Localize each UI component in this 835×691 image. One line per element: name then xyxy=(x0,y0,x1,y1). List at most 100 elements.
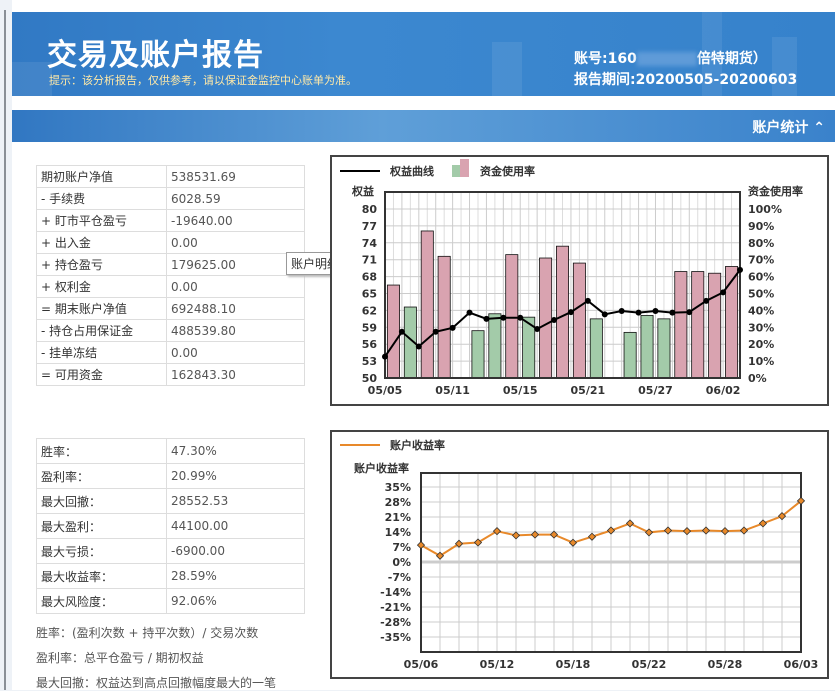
usage-bar xyxy=(709,273,721,378)
usage-bar xyxy=(540,258,552,378)
row-label: 最大收益率： xyxy=(37,564,167,589)
y-tick: 21% xyxy=(385,511,411,524)
usage-bar xyxy=(556,246,568,378)
row-value: 488539.80 xyxy=(167,320,305,342)
row-label: + 出入金 xyxy=(37,232,167,254)
row-value: 0.00 xyxy=(167,342,305,364)
equity-point xyxy=(399,329,405,335)
return-point xyxy=(683,528,690,535)
y-right-tick: 10% xyxy=(748,355,774,368)
stats-table: 胜率：47.30%盈利率：20.99%最大回撤：28552.53最大盈利：441… xyxy=(36,438,305,614)
page-border xyxy=(4,10,6,690)
row-value: 28.59% xyxy=(167,564,305,589)
note-profit-rate: 盈利率：总平仓盈亏 / 期初权益 xyxy=(36,649,204,666)
equity-point xyxy=(433,329,439,335)
legend-equity: 权益曲线 xyxy=(389,164,434,178)
equity-point xyxy=(450,325,456,331)
section-account-stats[interactable]: 账户统计 ⌃ xyxy=(12,110,835,142)
legend-usage: 资金使用率 xyxy=(480,164,535,178)
row-value: 6028.59 xyxy=(167,188,305,210)
equity-point xyxy=(517,315,523,321)
report-period: 报告期间:20200505-20200603 xyxy=(574,69,797,89)
y-right-tick: 40% xyxy=(748,304,774,317)
y-tick: -21% xyxy=(380,601,411,614)
row-value: 692488.10 xyxy=(167,298,305,320)
section-title: 账户统计 xyxy=(752,120,808,136)
usage-bar xyxy=(506,255,518,378)
x-tick: 05/27 xyxy=(638,384,673,397)
report-title: 交易及账户报告 xyxy=(47,30,264,74)
note-max-drawdown: 最大回撤：权益达到高点回撤幅度最大的一笔 xyxy=(36,674,276,691)
table-row: = 期末账户净值692488.10 xyxy=(37,298,305,320)
table-row: - 挂单冻结0.00 xyxy=(37,342,305,364)
row-value: 179625.00 xyxy=(167,254,305,276)
x-tick: 05/18 xyxy=(556,658,591,671)
return-point xyxy=(645,529,652,536)
row-label: - 手续费 xyxy=(37,188,167,210)
row-value: 44100.00 xyxy=(167,514,305,539)
row-value: 92.06% xyxy=(167,589,305,614)
return-point xyxy=(740,527,747,534)
equity-usage-svg: 权益曲线资金使用率权益资金使用率500%5310%5620%5930%6240%… xyxy=(332,157,827,404)
x-tick: 05/06 xyxy=(404,658,439,671)
x-tick: 05/22 xyxy=(632,658,667,671)
equity-usage-chart: 权益曲线资金使用率权益资金使用率500%5310%5620%5930%6240%… xyxy=(330,155,829,406)
row-label: 最大亏损： xyxy=(37,539,167,564)
usage-bar xyxy=(472,331,484,378)
usage-bar xyxy=(624,332,636,378)
row-value: 162843.30 xyxy=(167,364,305,386)
table-row: 最大亏损：-6900.00 xyxy=(37,539,305,564)
y-tick: 35% xyxy=(385,481,411,494)
equity-point xyxy=(602,311,608,317)
equity-point xyxy=(483,316,489,322)
table-row: = 可用资金162843.30 xyxy=(37,364,305,386)
y-left-label: 权益 xyxy=(351,184,374,198)
table-row: + 盯市平仓盈亏-19640.00 xyxy=(37,210,305,232)
y-right-tick: 90% xyxy=(748,220,774,233)
row-value: -19640.00 xyxy=(167,210,305,232)
account-number: 账号:160倍特期货） xyxy=(574,48,767,68)
row-label: = 期末账户净值 xyxy=(37,298,167,320)
y-left-tick: 77 xyxy=(362,220,377,233)
legend-return: 账户收益率 xyxy=(390,438,445,452)
equity-point xyxy=(720,289,726,295)
report-tip: 提示：该分析报告，仅供参考，请以保证金监控中心账单为准。 xyxy=(49,72,357,88)
return-point xyxy=(512,532,519,539)
return-point xyxy=(664,527,671,534)
x-tick: 05/12 xyxy=(480,658,515,671)
y-right-tick: 70% xyxy=(748,254,774,267)
y-tick: -7% xyxy=(388,571,411,584)
chevron-up-icon[interactable]: ⌃ xyxy=(813,120,825,136)
legend-pink-swatch xyxy=(460,159,469,177)
x-tick: 05/05 xyxy=(368,384,403,397)
row-label: 最大回撤： xyxy=(37,489,167,514)
usage-bar xyxy=(725,266,737,378)
table-row: 最大风险度：92.06% xyxy=(37,589,305,614)
y-right-label: 资金使用率 xyxy=(748,184,803,198)
legend-green-swatch xyxy=(452,165,460,177)
redacted-block xyxy=(637,52,697,66)
row-label: 期初账户净值 xyxy=(37,166,167,188)
return-point xyxy=(626,520,633,527)
y-left-tick: 59 xyxy=(362,321,377,334)
row-label: 盈利率： xyxy=(37,464,167,489)
row-label: 胜率： xyxy=(37,439,167,464)
x-tick: 05/28 xyxy=(708,658,743,671)
equity-point xyxy=(737,267,743,273)
usage-bar xyxy=(573,263,585,378)
x-tick: 06/03 xyxy=(784,658,819,671)
row-label: + 持仓盈亏 xyxy=(37,254,167,276)
equity-point xyxy=(619,308,625,314)
equity-point xyxy=(534,326,540,332)
y-left-tick: 80 xyxy=(362,203,378,216)
y-tick: 7% xyxy=(392,541,411,554)
return-point xyxy=(759,520,766,527)
return-point xyxy=(588,533,595,540)
usage-bar xyxy=(421,231,433,378)
y-label: 账户收益率 xyxy=(354,461,409,475)
y-right-tick: 80% xyxy=(748,237,774,250)
row-label: + 权利金 xyxy=(37,276,167,298)
usage-bar xyxy=(489,314,501,378)
account-broker: 倍特期货） xyxy=(697,51,767,67)
usage-bar xyxy=(675,272,687,378)
